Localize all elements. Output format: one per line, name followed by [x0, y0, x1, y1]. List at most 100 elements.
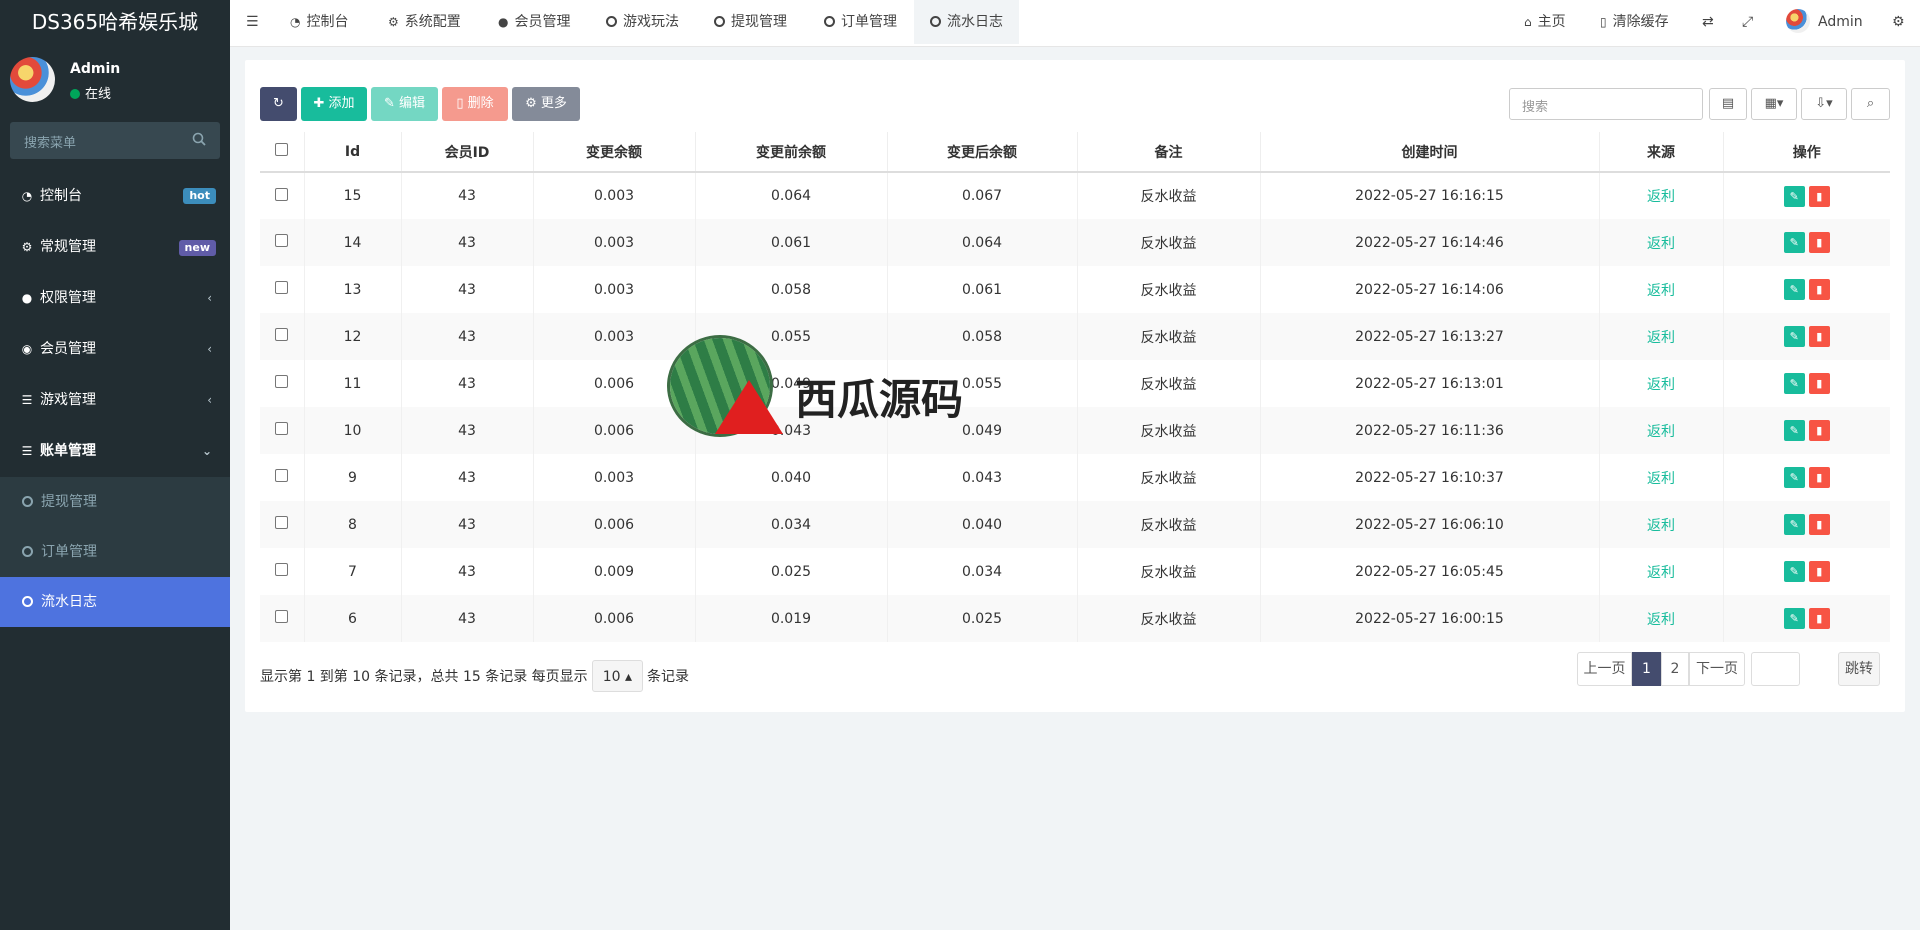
translate-icon[interactable]: ⇄ — [1702, 0, 1714, 44]
home-link[interactable]: ⌂ 主页 — [1524, 0, 1566, 44]
table-row[interactable]: 15 43 0.003 0.064 0.067 反水收益 2022-05-27 16:16:… — [260, 172, 1890, 219]
table-row[interactable]: 11 43 0.006 0.049 0.055 反水收益 2022-05-27 16:13:… — [260, 360, 1890, 407]
add-button[interactable]: ✚ 添加 — [301, 87, 367, 121]
page-1-button[interactable]: 1 — [1632, 652, 1661, 686]
tab-game-modes[interactable]: 游戏玩法 — [606, 0, 679, 44]
delete-row-trash-icon[interactable]: ▮ — [1808, 185, 1830, 207]
edit-row-pencil-icon[interactable]: ✎ — [1783, 514, 1805, 535]
table-row[interactable]: 9 43 0.003 0.040 0.043 反水收益 2022-05-27 16:10:3… — [260, 454, 1890, 501]
edit-row-pencil-icon[interactable]: ✎ — [1783, 420, 1805, 441]
admin-menu[interactable]: Admin — [1786, 0, 1863, 44]
fullscreen-icon[interactable]: ⤢ — [1742, 0, 1753, 44]
edit-row-pencil-icon[interactable]: ✎ — [1783, 232, 1805, 253]
row-checkbox[interactable] — [275, 469, 289, 482]
app-logo[interactable]: DS365哈希娱乐城 — [0, 0, 230, 47]
table-row[interactable]: 12 43 0.003 0.055 0.058 反水收益 2022-05-27 16:13:… — [260, 313, 1890, 360]
table-view-toggle-icon[interactable]: ▤ — [1709, 88, 1747, 120]
refresh-button[interactable]: ↻ — [260, 87, 297, 121]
delete-row-trash-icon[interactable]: ▮ — [1808, 420, 1830, 441]
edit-row-pencil-icon[interactable]: ✎ — [1783, 467, 1805, 488]
search-icon[interactable] — [192, 132, 206, 146]
tab-system-config[interactable]: ⚙ 系统配置 — [388, 0, 461, 44]
col-change-amount[interactable]: 变更余额 — [533, 132, 696, 173]
jump-page-input[interactable] — [1751, 652, 1800, 686]
cell-source[interactable]: 返利 — [1599, 266, 1724, 313]
tab-withdraw[interactable]: 提现管理 — [714, 0, 787, 44]
delete-row-trash-icon[interactable]: ▮ — [1808, 514, 1830, 535]
row-checkbox[interactable] — [275, 516, 289, 529]
clear-cache-button[interactable]: ▯ 清除缓存 — [1600, 0, 1669, 44]
delete-button[interactable]: ▯ 删除 — [442, 87, 508, 121]
advanced-search-icon[interactable]: ⌕ — [1851, 88, 1890, 120]
cell-source[interactable]: 返利 — [1599, 501, 1724, 548]
cell-source[interactable]: 返利 — [1599, 595, 1724, 642]
col-create-time[interactable]: 创建时间 — [1260, 132, 1600, 173]
page-2-button[interactable]: 2 — [1661, 652, 1689, 686]
menu-search-input[interactable]: 搜索菜单 — [10, 122, 220, 159]
edit-row-pencil-icon[interactable]: ✎ — [1783, 608, 1805, 629]
settings-cogs-icon[interactable]: ⚙ — [1892, 0, 1905, 44]
row-checkbox[interactable] — [275, 563, 289, 576]
more-button[interactable]: ⚙ 更多 — [512, 87, 580, 121]
sidebar-item-flow-log[interactable]: 流水日志 — [0, 577, 230, 627]
edit-row-pencil-icon[interactable]: ✎ — [1783, 373, 1805, 394]
delete-row-trash-icon[interactable]: ▮ — [1808, 279, 1830, 300]
col-id[interactable]: Id — [304, 132, 402, 173]
cell-source[interactable]: 返利 — [1599, 548, 1724, 595]
sidebar-item-members[interactable]: ◉ 会员管理 ‹ — [0, 324, 230, 375]
col-before-balance[interactable]: 变更前余额 — [695, 132, 888, 173]
delete-row-trash-icon[interactable]: ▮ — [1808, 561, 1830, 582]
table-row[interactable]: 14 43 0.003 0.061 0.064 反水收益 2022-05-27 16:14:… — [260, 219, 1890, 266]
delete-row-trash-icon[interactable]: ▮ — [1808, 467, 1830, 488]
delete-row-trash-icon[interactable]: ▮ — [1808, 326, 1830, 347]
table-search-input[interactable]: 搜索 — [1509, 88, 1703, 120]
sidebar-item-general[interactable]: ⚙ 常规管理 new — [0, 222, 230, 273]
cell-source[interactable]: 返利 — [1599, 407, 1724, 454]
edit-row-pencil-icon[interactable]: ✎ — [1783, 185, 1805, 207]
jump-button[interactable]: 跳转 — [1838, 652, 1880, 686]
table-row[interactable]: 7 43 0.009 0.025 0.034 反水收益 2022-05-27 16:05:4… — [260, 548, 1890, 595]
cell-source[interactable]: 返利 — [1599, 172, 1724, 219]
table-row[interactable]: 13 43 0.003 0.058 0.061 反水收益 2022-05-27 16:14:… — [260, 266, 1890, 313]
row-checkbox[interactable] — [275, 234, 289, 247]
sidebar-item-orders[interactable]: 订单管理 — [0, 527, 230, 577]
tab-orders[interactable]: 订单管理 — [824, 0, 897, 44]
sidebar-item-withdraw[interactable]: 提现管理 — [0, 477, 230, 527]
table-row[interactable]: 10 43 0.006 0.043 0.049 反水收益 2022-05-27 16:11:… — [260, 407, 1890, 454]
edit-row-pencil-icon[interactable]: ✎ — [1783, 279, 1805, 300]
cell-source[interactable]: 返利 — [1599, 454, 1724, 501]
table-row[interactable]: 8 43 0.006 0.034 0.040 反水收益 2022-05-27 16:06:1… — [260, 501, 1890, 548]
row-checkbox[interactable] — [275, 328, 289, 341]
col-member-id[interactable]: 会员ID — [401, 132, 534, 173]
tab-members[interactable]: ● 会员管理 — [498, 0, 570, 44]
table-row[interactable]: 6 43 0.006 0.019 0.025 反水收益 2022-05-27 16:00:1… — [260, 595, 1890, 642]
edit-button[interactable]: ✎ 编辑 — [371, 87, 438, 121]
menu-toggle-icon[interactable]: ☰ — [246, 0, 259, 44]
tab-dashboard[interactable]: ◔ 控制台 — [290, 0, 348, 44]
row-checkbox[interactable] — [275, 281, 289, 294]
delete-row-trash-icon[interactable]: ▮ — [1808, 373, 1830, 394]
row-checkbox[interactable] — [275, 187, 289, 201]
edit-row-pencil-icon[interactable]: ✎ — [1783, 561, 1805, 582]
sidebar-item-auth[interactable]: ● 权限管理 ‹ — [0, 273, 230, 324]
cell-source[interactable]: 返利 — [1599, 313, 1724, 360]
export-dropdown-icon[interactable]: ⇩▾ — [1801, 88, 1847, 120]
cell-source[interactable]: 返利 — [1599, 219, 1724, 266]
sidebar-item-dashboard[interactable]: ◔ 控制台 hot — [0, 171, 230, 222]
row-checkbox[interactable] — [275, 610, 289, 623]
select-all-checkbox[interactable] — [275, 143, 289, 156]
edit-row-pencil-icon[interactable]: ✎ — [1783, 326, 1805, 347]
col-remark[interactable]: 备注 — [1077, 132, 1261, 173]
sidebar-item-games[interactable]: ☰ 游戏管理 ‹ — [0, 375, 230, 426]
col-after-balance[interactable]: 变更后余额 — [887, 132, 1078, 173]
prev-page-button[interactable]: 上一页 — [1577, 652, 1632, 686]
col-source[interactable]: 来源 — [1599, 132, 1724, 173]
delete-row-trash-icon[interactable]: ▮ — [1808, 608, 1830, 629]
row-checkbox[interactable] — [275, 422, 289, 435]
sidebar-item-bills[interactable]: ☰ 账单管理 ⌄ — [0, 426, 230, 477]
page-size-select[interactable]: 10 ▴ — [591, 660, 643, 692]
row-checkbox[interactable] — [275, 375, 289, 388]
columns-dropdown-icon[interactable]: ▦▾ — [1751, 88, 1797, 120]
tab-flow-log[interactable]: 流水日志 — [914, 0, 1019, 44]
next-page-button[interactable]: 下一页 — [1689, 652, 1745, 686]
